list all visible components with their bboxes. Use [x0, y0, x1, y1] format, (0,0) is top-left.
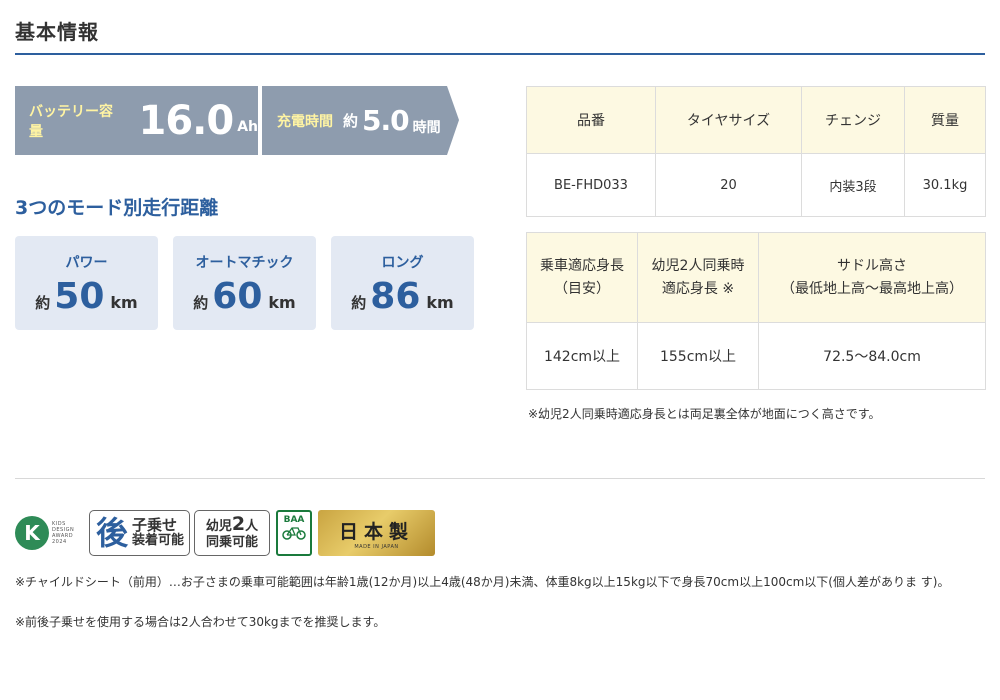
battery-unit: Ah	[237, 118, 258, 135]
table-header-line: （最低地上高〜最高地上高）	[781, 280, 963, 297]
mode-distance-unit: km	[268, 293, 296, 312]
table-header: チェンジ	[801, 86, 905, 154]
two-text: 幼児	[205, 518, 232, 534]
table-cell: 内装3段	[801, 153, 905, 217]
section-divider	[15, 478, 985, 479]
mode-distance-unit: km	[426, 293, 454, 312]
table-row: BE-FHD033 20 内装3段 30.1kg	[526, 153, 986, 217]
baa-label: BAA	[283, 515, 305, 525]
made-in-japan-badge: 日本製 MADE IN JAPAN	[318, 510, 435, 556]
mode-card-auto: オートマチック 約 60 km	[173, 236, 316, 330]
table-header: 乗車適応身長 （目安）	[526, 232, 638, 323]
mode-name: オートマチック	[195, 255, 294, 271]
two-children-line: 幼児2人	[205, 512, 259, 535]
kids-design-award-icon: K	[15, 516, 49, 550]
spec-table-height: 乗車適応身長 （目安） 幼児2人同乗時 適応身長 ※ サドル高さ （最低地上高〜…	[526, 232, 986, 390]
two-children-line: 同乗可能	[205, 534, 258, 550]
two-children-badge: 幼児2人 同乗可能	[194, 510, 270, 556]
table-header-line: サドル高さ	[837, 257, 907, 274]
table-cell: 72.5〜84.0cm	[758, 322, 986, 390]
mode-distance: 約 50 km	[15, 276, 158, 317]
charge-approx: 約	[343, 112, 359, 130]
mode-approx: 約	[35, 294, 51, 312]
mode-approx: 約	[351, 294, 367, 312]
rear-char: 後	[96, 514, 129, 552]
table-header-line: 幼児2人同乗時	[651, 257, 745, 274]
mode-distance-value: 86	[370, 276, 421, 317]
rear-badge-line: 子乗せ	[132, 516, 178, 534]
charge-value: 5.0	[362, 104, 410, 137]
rear-child-seat-badge: 後 子乗せ 装着可能	[89, 510, 190, 556]
table-footnote: ※幼児2人同乗時適応身長とは両足裏全体が地面につく高さです。	[528, 407, 881, 421]
table-header-row: 乗車適応身長 （目安） 幼児2人同乗時 適応身長 ※ サドル高さ （最低地上高〜…	[526, 232, 986, 323]
two-text: 人	[245, 518, 259, 534]
table-header: タイヤサイズ	[655, 86, 802, 154]
table-cell: 155cm以上	[637, 322, 759, 390]
mode-name: ロング	[381, 255, 424, 271]
mode-distance-value: 50	[54, 276, 105, 317]
table-cell: BE-FHD033	[526, 153, 656, 217]
table-cell: 20	[655, 153, 802, 217]
made-in-japan-subtext: MADE IN JAPAN	[354, 543, 399, 550]
charge-unit: 時間	[412, 119, 441, 136]
rear-badge-line: 装着可能	[132, 533, 185, 548]
kids-text-line: 2024	[52, 539, 67, 545]
battery-capacity-box: バッテリー容量 16.0 Ah	[15, 86, 258, 155]
mode-card-long: ロング 約 86 km	[331, 236, 474, 330]
rear-badge-text: 子乗せ 装着可能	[132, 516, 185, 549]
table-header: 質量	[904, 86, 986, 154]
table-row: 142cm以上 155cm以上 72.5〜84.0cm	[526, 322, 986, 390]
table-header: 幼児2人同乗時 適応身長 ※	[637, 232, 759, 323]
table-header: サドル高さ （最低地上高〜最高地上高）	[758, 232, 986, 323]
table-cell: 142cm以上	[526, 322, 638, 390]
mode-distance: 約 86 km	[331, 276, 474, 317]
table-header-line: （目安）	[554, 280, 610, 297]
kids-design-award-logo: K KIDS DESIGN AWARD 2024	[15, 516, 85, 550]
two-children-text: 幼児2人 同乗可能	[205, 512, 259, 551]
spec-table-basic: 品番 タイヤサイズ チェンジ 質量 BE-FHD033 20 内装3段 30.1…	[526, 86, 986, 217]
section-title: 基本情報	[15, 20, 99, 44]
spec-banner: バッテリー容量 16.0 Ah 充電時間 約 5.0 時間	[15, 86, 459, 155]
child-seat-note: ※チャイルドシート（前用）…お子さまの乗車可能範囲は年齢1歳(12か月)以上4歳…	[15, 575, 950, 589]
table-header-row: 品番 タイヤサイズ チェンジ 質量	[526, 86, 986, 154]
mode-name: パワー	[65, 255, 108, 271]
title-rule	[15, 53, 985, 55]
table-header: 品番	[526, 86, 656, 154]
table-cell: 30.1kg	[904, 153, 986, 217]
battery-value: 16.0	[138, 97, 234, 144]
two-seat-note: ※前後子乗せを使用する場合は2人合わせて30kgまでを推奨します。	[15, 615, 386, 629]
table-header-line: 適応身長 ※	[661, 280, 735, 297]
mode-distance-value: 60	[212, 276, 263, 317]
kids-design-award-text: KIDS DESIGN AWARD 2024	[52, 521, 74, 545]
charge-label: 充電時間	[277, 113, 333, 130]
mode-approx: 約	[193, 294, 209, 312]
mode-distance-unit: km	[110, 293, 138, 312]
mode-card-power: パワー 約 50 km	[15, 236, 158, 330]
charge-time-box: 充電時間 約 5.0 時間	[262, 86, 459, 155]
two-number: 2	[231, 512, 246, 535]
badge-row: K KIDS DESIGN AWARD 2024 後 子乗せ 装着可能 幼児2人…	[15, 509, 435, 557]
mode-distance: 約 60 km	[173, 276, 316, 317]
bicycle-icon	[282, 525, 306, 544]
battery-label: バッテリー容量	[29, 103, 113, 140]
table-header-line: 乗車適応身長	[540, 257, 624, 274]
modes-title: 3つのモード別走行距離	[15, 197, 219, 219]
baa-mark: BAA	[276, 510, 312, 556]
made-in-japan-text: 日本製	[338, 520, 414, 543]
